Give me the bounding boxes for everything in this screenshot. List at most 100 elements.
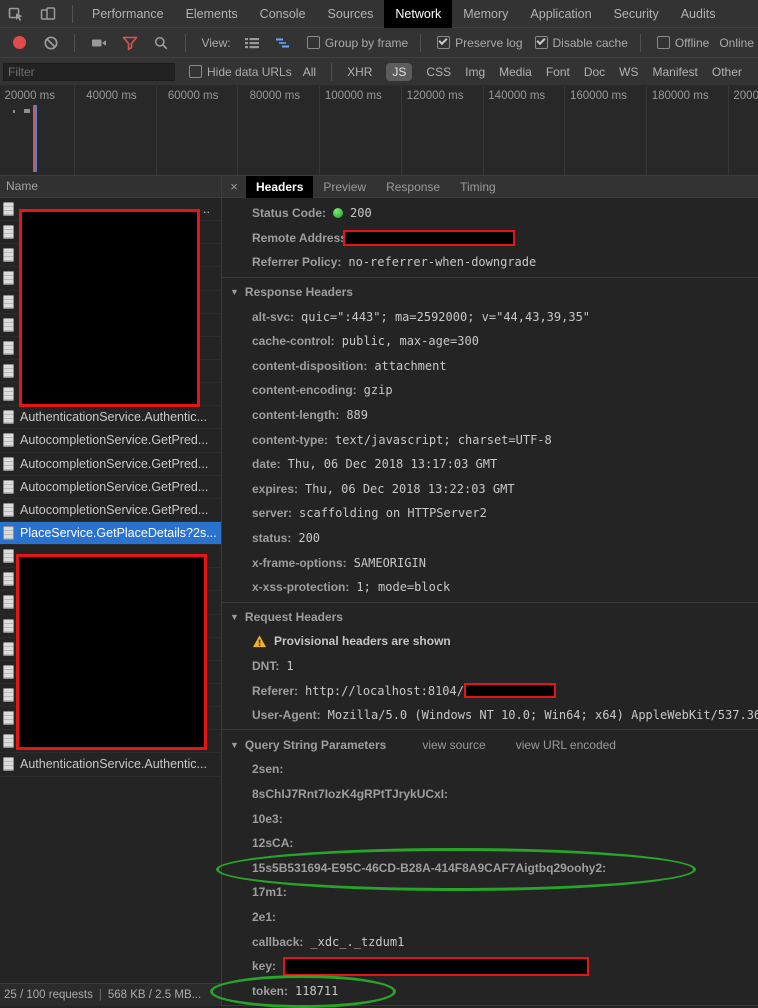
network-overview-timeline[interactable]: 20000 ms 40000 ms 60000 ms 80000 ms 100000 m… — [0, 86, 758, 176]
requests-list: .. AuthenticationService.Authentic... Auto… — [0, 198, 221, 983]
header-name: content-type: — [252, 432, 328, 447]
tab-sources[interactable]: Sources — [317, 0, 385, 28]
inspect-element-icon[interactable] — [8, 6, 24, 22]
header-name: 10e3: — [252, 811, 283, 826]
header-name: alt-svc: — [252, 309, 295, 324]
disable-cache-checkbox[interactable] — [534, 36, 548, 49]
request-row[interactable]: PlaceService.GetPlaceDetails?2s... — [0, 521, 221, 546]
list-view-icon[interactable] — [244, 34, 261, 52]
clear-icon[interactable] — [42, 34, 59, 52]
header-name: callback: — [252, 934, 304, 949]
filter-type-img[interactable]: Img — [465, 65, 485, 79]
close-icon[interactable]: × — [222, 179, 246, 194]
request-row[interactable]: AuthenticationService.Authentic... — [0, 753, 221, 777]
tab-audits[interactable]: Audits — [670, 0, 727, 28]
file-icon — [3, 526, 14, 541]
view-label: View: — [201, 35, 231, 50]
header-name: Referer: — [252, 683, 299, 698]
request-row[interactable]: AutocompletionService.GetPred... — [0, 499, 221, 522]
group-by-frame-checkbox[interactable] — [306, 36, 320, 49]
referrer-policy-line: Referrer Policy: no-referrer-when-downgr… — [222, 250, 758, 275]
filter-type-manifest[interactable]: Manifest — [653, 65, 698, 79]
throttling-select[interactable]: Online — [719, 36, 754, 50]
details-tab-response[interactable]: Response — [376, 176, 450, 198]
filter-type-font[interactable]: Font — [546, 65, 570, 79]
disclosure-triangle-icon: ▼ — [230, 739, 239, 750]
view-source-link[interactable]: view source — [422, 738, 485, 752]
filter-input[interactable] — [3, 62, 175, 81]
remote-address-line: Remote Address: — [222, 226, 758, 251]
view-url-encoded-link[interactable]: view URL encoded — [516, 738, 616, 752]
details-tab-preview[interactable]: Preview — [313, 176, 376, 198]
response-headers-section-header[interactable]: ▼ Response Headers — [222, 280, 758, 305]
timeline-tick-label: 120000 ms — [406, 90, 464, 102]
tab-console[interactable]: Console — [249, 0, 317, 28]
tab-application[interactable]: Application — [519, 0, 602, 28]
tab-network[interactable]: Network — [384, 0, 453, 28]
header-line: token: 118711 — [210, 975, 758, 1008]
request-headers-section-header[interactable]: ▼ Request Headers — [222, 605, 758, 630]
devtools-tabs: Performance Elements Console Sources Network… — [81, 0, 726, 28]
details-tab-timing[interactable]: Timing — [450, 176, 506, 198]
file-icon — [3, 549, 14, 564]
disclosure-triangle-icon: ▼ — [230, 287, 239, 298]
header-name: content-encoding: — [252, 383, 357, 398]
request-headers-list: DNT: 1 Referer: http://localhost:8104/User-… — [222, 654, 758, 728]
file-icon — [3, 757, 14, 772]
file-icon — [3, 410, 14, 425]
filter-type-xhr[interactable]: XHR — [347, 65, 372, 79]
offline-checkbox[interactable] — [656, 36, 670, 49]
file-icon — [3, 572, 14, 587]
header-line: 17m1: — [222, 880, 758, 905]
request-row[interactable]: AuthenticationService.Authentic... — [0, 406, 221, 430]
search-icon[interactable] — [152, 34, 169, 52]
file-icon — [3, 364, 14, 379]
tab-elements[interactable]: Elements — [175, 0, 249, 28]
preserve-log-label[interactable]: Preserve log — [455, 36, 522, 50]
filter-icon[interactable] — [121, 34, 138, 52]
header-name: date: — [252, 457, 281, 472]
request-row[interactable]: AutocompletionService.GetPred... — [0, 429, 221, 453]
request-name: AutocompletionService.GetPred... — [20, 502, 209, 517]
record-icon[interactable] — [11, 34, 28, 52]
preserve-log-checkbox[interactable] — [437, 36, 451, 49]
filter-type-all[interactable]: All — [303, 65, 316, 79]
request-headers-title: Request Headers — [244, 609, 343, 624]
device-toolbar-icon[interactable] — [40, 6, 56, 22]
disclosure-triangle-icon: ▼ — [230, 611, 239, 622]
divider — [420, 33, 422, 52]
tab-memory[interactable]: Memory — [452, 0, 519, 28]
filter-type-css[interactable]: CSS — [426, 65, 451, 79]
status-bar: 25 / 100 requests | 568 KB / 2.5 MB... — [0, 983, 221, 1006]
filter-type-media[interactable]: Media — [499, 65, 532, 79]
filter-type-ws[interactable]: WS — [619, 65, 638, 79]
request-row[interactable]: AutocompletionService.GetPred... — [0, 453, 221, 476]
file-icon — [3, 433, 14, 448]
filmstrip-icon[interactable] — [90, 34, 107, 52]
filter-type-other[interactable]: Other — [712, 65, 742, 79]
header-value: scaffolding on HTTPServer2 — [299, 506, 487, 521]
tab-performance[interactable]: Performance — [81, 0, 175, 28]
divider — [72, 4, 73, 23]
remote-address-label: Remote Address: — [252, 230, 351, 245]
header-name: 15s5B531694-E95C-46CD-B28A-414F8A9CAF7Ai… — [252, 860, 607, 875]
details-tab-headers[interactable]: Headers — [246, 175, 314, 198]
filter-type-js[interactable]: JS — [386, 62, 413, 81]
query-string-section-header[interactable]: ▼ Query String Parameters view source vi… — [222, 732, 758, 757]
offline-label[interactable]: Offline — [675, 36, 709, 50]
tab-security[interactable]: Security — [603, 0, 670, 28]
header-line: 15s5B531694-E95C-46CD-B28A-414F8A9CAF7Ai… — [216, 848, 758, 892]
disable-cache-label[interactable]: Disable cache — [553, 36, 628, 50]
group-by-frame-label[interactable]: Group by frame — [325, 36, 408, 50]
hide-data-urls-label[interactable]: Hide data URLs — [207, 65, 292, 79]
waterfall-view-icon[interactable] — [275, 34, 292, 52]
requests-count: 25 / 100 requests — [4, 989, 93, 1001]
hide-data-urls-checkbox[interactable] — [189, 65, 202, 78]
header-name: 2e1: — [252, 909, 277, 924]
name-column-header[interactable]: Name — [0, 176, 221, 198]
request-row[interactable]: AutocompletionService.GetPred... — [0, 476, 221, 499]
status-ok-icon — [333, 208, 344, 219]
header-value: Thu, 06 Dec 2018 13:17:03 GMT — [287, 457, 498, 472]
filter-type-doc[interactable]: Doc — [584, 65, 605, 79]
file-icon — [3, 294, 14, 309]
